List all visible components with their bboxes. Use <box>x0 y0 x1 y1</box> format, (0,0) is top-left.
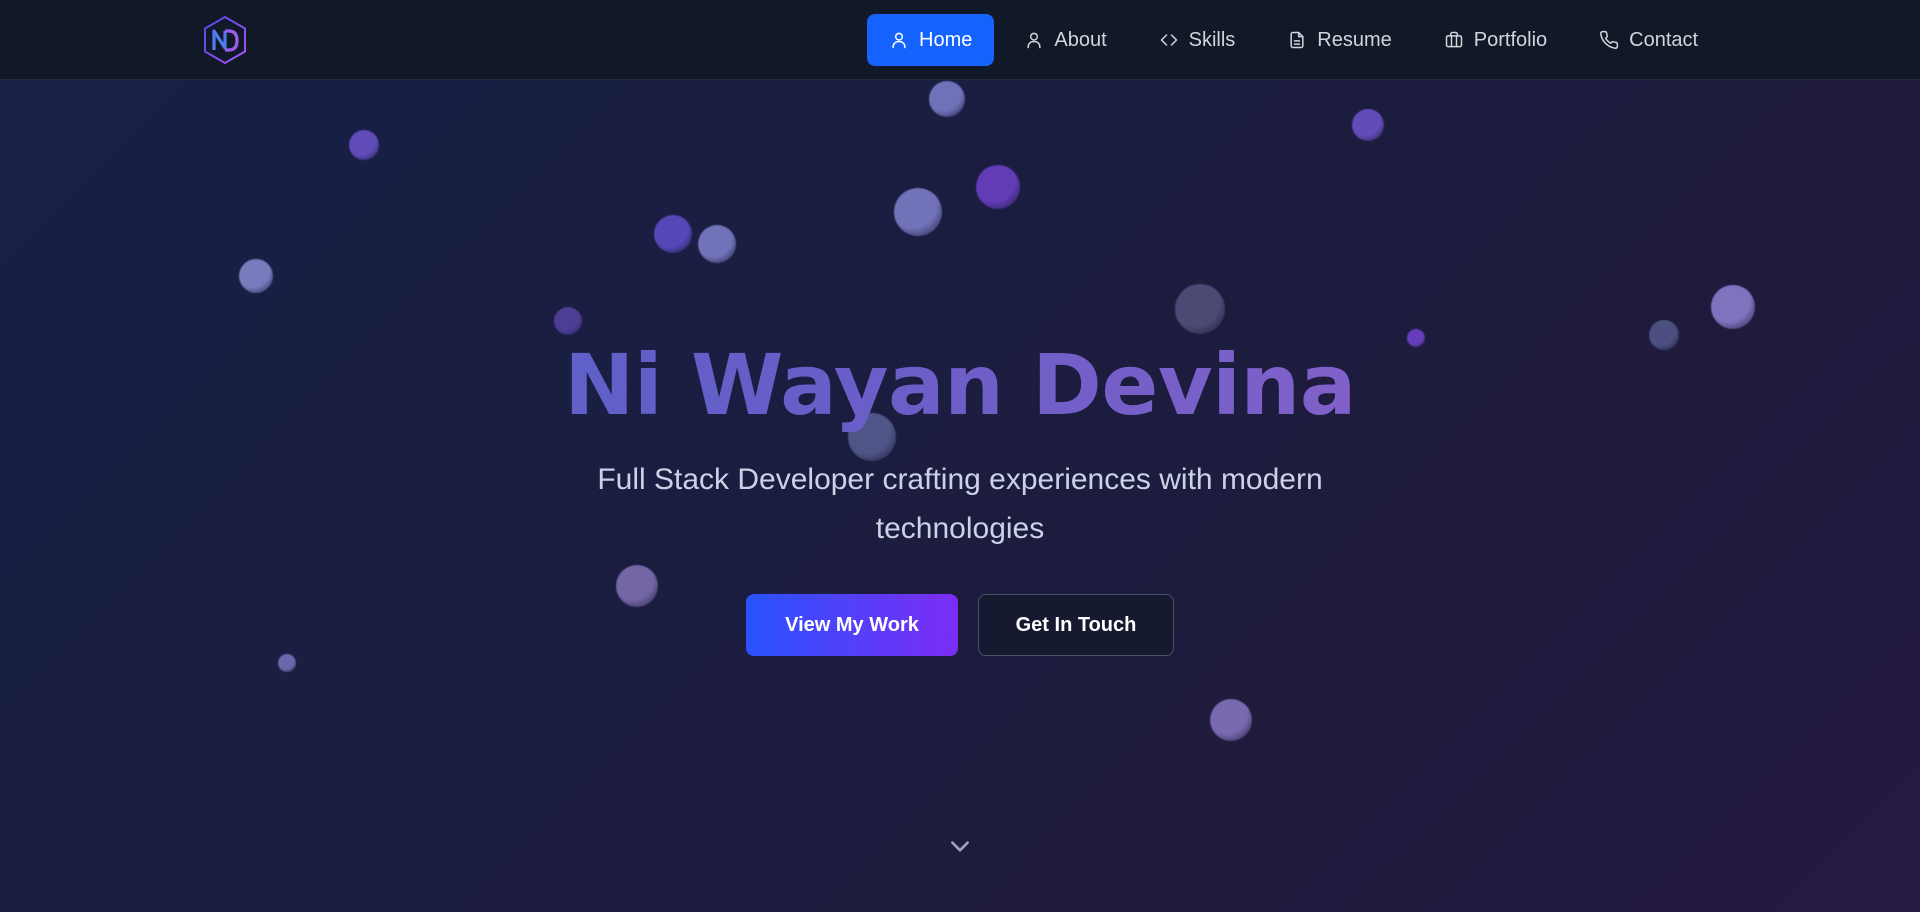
nav-item-home[interactable]: Home <box>867 14 995 66</box>
main-nav: Home About Skills Resume Portfolio Conta… <box>867 14 1720 66</box>
hero-section: Ni Wayan Devina Full Stack Developer cra… <box>0 0 1920 912</box>
decorative-bubble <box>929 81 965 117</box>
nav-item-skills[interactable]: Skills <box>1137 14 1258 66</box>
decorative-bubble <box>239 259 273 293</box>
navbar: Home About Skills Resume Portfolio Conta… <box>0 0 1920 80</box>
view-my-work-button[interactable]: View My Work <box>746 594 958 656</box>
decorative-bubble <box>349 130 379 160</box>
file-icon <box>1290 31 1304 49</box>
hero-title: Ni Wayan Devina <box>0 335 1920 435</box>
decorative-bubble <box>616 565 658 607</box>
nav-item-contact[interactable]: Contact <box>1577 14 1720 66</box>
nav-label: Contact <box>1629 28 1699 51</box>
hero-subtitle: Full Stack Developer crafting experience… <box>597 463 1323 545</box>
logo-icon <box>204 15 246 65</box>
nav-label: Resume <box>1317 28 1392 51</box>
logo[interactable] <box>200 15 250 65</box>
nav-label: Portfolio <box>1473 28 1548 51</box>
briefcase-icon <box>1445 31 1463 48</box>
nav-item-portfolio[interactable]: Portfolio <box>1422 14 1569 66</box>
decorative-bubble <box>554 307 582 335</box>
decorative-bubble <box>1711 285 1755 329</box>
get-in-touch-button[interactable]: Get In Touch <box>978 594 1174 656</box>
user-icon <box>1027 32 1041 49</box>
user-icon <box>892 32 906 49</box>
decorative-bubble <box>278 654 296 672</box>
code-icon <box>1160 34 1177 46</box>
nav-label: Home <box>919 28 973 51</box>
decorative-bubble <box>1210 699 1252 741</box>
nav-item-about[interactable]: About <box>1002 14 1128 66</box>
decorative-bubble <box>1352 109 1384 141</box>
scroll-down-button[interactable] <box>947 834 973 860</box>
decorative-bubble <box>1175 284 1225 334</box>
nav-item-resume[interactable]: Resume <box>1265 14 1413 66</box>
nav-label: About <box>1054 28 1107 51</box>
chevron-down-icon <box>951 841 969 852</box>
decorative-bubble <box>698 225 736 263</box>
phone-icon <box>1600 30 1619 49</box>
decorative-bubble <box>654 215 692 253</box>
decorative-bubble <box>894 188 942 236</box>
decorative-bubble <box>976 165 1020 209</box>
nav-label: Skills <box>1188 28 1236 51</box>
